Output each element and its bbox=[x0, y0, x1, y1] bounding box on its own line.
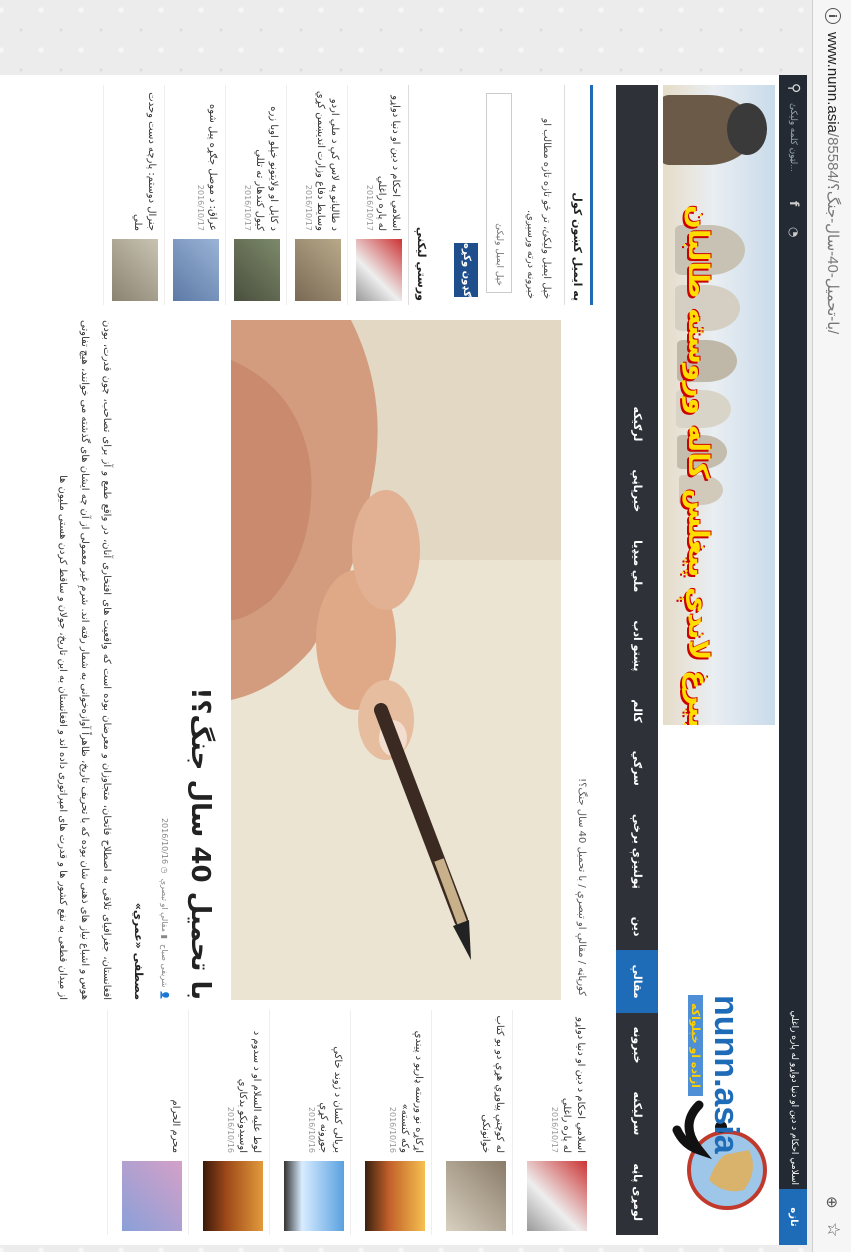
list-item-date: 2016/10/17 bbox=[243, 184, 252, 231]
list-item-date: 2016/10/17 bbox=[196, 184, 205, 231]
article-meta: 👤 شریفی صباح ▮ مقالې او تبصرې ◷ 2016/10/… bbox=[160, 818, 169, 1000]
list-item-title[interactable]: له کوچنې پیاوړي هړې دو بو کتاب خوانونکی bbox=[478, 1014, 506, 1153]
list-item[interactable]: له کوچنې پیاوړي هړې دو بو کتاب خوانونکی bbox=[431, 1010, 512, 1235]
list-item-title[interactable]: بریالی کسان د ژوند خاکې جوړونه کړې bbox=[316, 1014, 344, 1153]
zoom-icon[interactable]: ⊕ bbox=[823, 1196, 841, 1209]
list-item-title[interactable]: اسلامي احکام د دین او دنیا دواړو له پاره… bbox=[559, 1014, 587, 1153]
list-item[interactable]: جنرال دوستم: پارچه دست وحدت ملي bbox=[103, 85, 164, 305]
breadcrumb[interactable]: کورپاڼه / مقالې او تبصرې / با تحمیل 40 س… bbox=[570, 320, 593, 1000]
list-item-title[interactable]: د کابل او ولایتونو خپلو اوبا زره کيول کن… bbox=[252, 89, 280, 231]
thumbnail-image[interactable] bbox=[234, 239, 280, 301]
url-domain: www.nunn.asia bbox=[824, 32, 841, 133]
rotated-screenshot: i www.nunn.asia/85584/با-تحمیل-40-سال-جن… bbox=[0, 0, 851, 1252]
thumbnail-image[interactable] bbox=[284, 1161, 344, 1231]
list-item-title[interactable]: جنرال دوستم: پارچه دست وحدت ملي bbox=[130, 89, 158, 231]
logo-tagline: ازاده او خپلواکه bbox=[688, 995, 703, 1096]
list-item-title[interactable]: لوط علیه السلام او د سدوم د اوسیدونکو بد… bbox=[235, 1014, 263, 1153]
list-item[interactable]: عراق: د موصل جګړه پیل شوه 2016/10/17 bbox=[164, 85, 225, 305]
list-item[interactable]: محرم الحرام bbox=[107, 1010, 188, 1235]
top-bar: ⚲ لټون كلمه ولیكئ... f ◔ اسلامي احکام د … bbox=[760, 75, 807, 1245]
logo-name: nunn.asia bbox=[707, 995, 745, 1154]
list-item-date: 2016/10/16 bbox=[388, 1106, 397, 1153]
nav-item-articles[interactable]: مقالې bbox=[616, 950, 658, 1013]
banner-figure-head bbox=[727, 103, 767, 155]
thumbnail-image[interactable] bbox=[527, 1161, 587, 1231]
thumbnail-image[interactable] bbox=[203, 1161, 263, 1231]
list-item-title[interactable]: اړکاړه نو ورسته ډاریو د پیندې وکه کنسته» bbox=[397, 1014, 425, 1153]
thumbnail-image[interactable] bbox=[112, 239, 158, 301]
nav-item-news[interactable]: خبرونه bbox=[616, 1013, 658, 1078]
right-sidebar: اسلامي احکام د دین او دنیا دواړو له پاره… bbox=[0, 1010, 593, 1235]
search-icon[interactable]: ⚲ bbox=[786, 83, 802, 93]
list-item[interactable]: بریالی کسان د ژوند خاکې جوړونه کړې 2016/1… bbox=[269, 1010, 350, 1235]
url-path: /85584/با-تحمیل-40-سال-جنگ؟/ bbox=[824, 132, 841, 335]
nav-item-11[interactable]: لرګيکه bbox=[616, 392, 658, 455]
left-sidebar: په ایمیل کښون کول خپل ایمیل ولیکئ، تر څو… bbox=[0, 85, 593, 305]
facebook-icon[interactable]: f bbox=[787, 201, 801, 206]
search-input[interactable]: لټون كلمه ولیكئ... bbox=[788, 103, 799, 172]
nav-item-national-media[interactable]: ملي میډیا bbox=[616, 526, 658, 606]
list-item-date: 2016/10/17 bbox=[550, 1106, 559, 1153]
meta-category[interactable]: مقالې او تبصرې bbox=[160, 879, 169, 932]
webpage: ⚲ لټون كلمه ولیكئ... f ◔ اسلامي احکام د … bbox=[0, 75, 807, 1245]
nav-item-pashto-literature[interactable]: پښتو ادب bbox=[616, 606, 658, 685]
news-ticker[interactable]: اسلامي احکام د دین او دنیا دواړو له پاره… bbox=[789, 1010, 799, 1185]
clock-icon: ◷ bbox=[160, 866, 169, 874]
banner-text: تر بیرغ لاندې پیغلس کاله وروسته طالبان bbox=[682, 205, 715, 725]
recent-posts: ورستي لیکنې اسلامي احکام د دین او دنیا د… bbox=[103, 85, 434, 305]
recent-posts-title: ورستي لیکنې bbox=[408, 85, 434, 305]
thumbnail-image[interactable] bbox=[446, 1161, 506, 1231]
list-item[interactable]: اسلامي احکام د دین او دنیا دواړو له پاره… bbox=[512, 1010, 593, 1235]
list-item-date: 2016/10/17 bbox=[304, 184, 313, 231]
featured-image[interactable] bbox=[231, 320, 561, 1000]
site-logo[interactable]: nunn.asia ازاده او خپلواکه bbox=[663, 925, 775, 1225]
email-field[interactable] bbox=[486, 93, 512, 293]
list-item-title[interactable]: محرم الحرام bbox=[168, 1014, 182, 1153]
list-item[interactable]: لوط علیه السلام او د سدوم د اوسیدونکو بد… bbox=[188, 1010, 269, 1235]
list-item[interactable]: د کابل او ولایتونو خپلو اوبا زره کيول کن… bbox=[225, 85, 286, 305]
list-item-title[interactable]: د طالبانو په لاس کې د ملي اردو وسایط دفا… bbox=[313, 89, 341, 231]
article-author: مصطفی «عمري» bbox=[132, 902, 145, 1000]
main-navigation: لومړی پاڼه سرلیکنه خبرونه مقالې دین ټولن… bbox=[616, 85, 658, 1235]
nav-item-social[interactable]: ټولنیزې برخې bbox=[616, 800, 658, 903]
nav-item-column[interactable]: کالم bbox=[616, 685, 658, 736]
header-banner[interactable]: تر بیرغ لاندې پیغلس کاله وروسته طالبان bbox=[663, 85, 775, 725]
newsletter-box: په ایمیل کښون کول خپل ایمیل ولیکئ، تر څو… bbox=[454, 85, 593, 305]
list-item-date: 2016/10/17 bbox=[365, 184, 374, 231]
rss-icon[interactable]: ◔ bbox=[787, 227, 801, 237]
user-icon: 👤 bbox=[160, 990, 169, 1000]
nav-item-editorial[interactable]: سرلیکنه bbox=[616, 1078, 658, 1150]
list-item[interactable]: اسلامي احکام د دین او دنیا دواړو له پاره… bbox=[347, 85, 408, 305]
list-item-title[interactable]: عراق: د موصل جګړه پیل شوه bbox=[205, 89, 219, 231]
latest-label: تازه مطالب bbox=[760, 1189, 807, 1245]
list-item[interactable]: اړکاړه نو ورسته ډاریو د پیندې وکه کنسته»… bbox=[350, 1010, 431, 1235]
nav-item-newsletters[interactable]: خبرپاڼې bbox=[616, 455, 658, 526]
bookmark-star-icon[interactable]: ☆ bbox=[823, 1222, 843, 1237]
thumbnail-image[interactable] bbox=[295, 239, 341, 301]
meta-date: 2016/10/16 bbox=[160, 817, 169, 865]
list-item-date: 2016/10/16 bbox=[307, 1106, 316, 1153]
nav-item-religion[interactable]: دین bbox=[616, 903, 658, 951]
info-icon[interactable]: i bbox=[825, 8, 841, 24]
browser-address-bar[interactable]: i www.nunn.asia/85584/با-تحمیل-40-سال-جن… bbox=[812, 0, 851, 1252]
meta-author[interactable]: شریفی صباح bbox=[160, 944, 169, 987]
article-title: با تحمیل 40 سال جنگ؟! bbox=[185, 687, 215, 1001]
list-item-date: 2016/10/16 bbox=[226, 1106, 235, 1153]
thumbnail-image[interactable] bbox=[365, 1161, 425, 1231]
newsletter-description: خپل ایمیل ولیکئ، تر څو تازه تازه مطالب ا… bbox=[525, 118, 552, 299]
nav-item-home[interactable]: لومړی پاڼه bbox=[616, 1149, 658, 1235]
pen-in-hand-image bbox=[231, 320, 561, 1000]
thumbnail-image[interactable] bbox=[122, 1161, 182, 1231]
thumbnail-image[interactable] bbox=[173, 239, 219, 301]
article-main: کورپاڼه / مقالې او تبصرې / با تحمیل 40 س… bbox=[0, 320, 593, 1000]
thumbnail-image[interactable] bbox=[356, 239, 402, 301]
list-item-title[interactable]: اسلامي احکام د دین او دنیا دواړو له پاره… bbox=[374, 89, 402, 231]
list-item[interactable]: د طالبانو په لاس کې د ملي اردو وسایط دفا… bbox=[286, 85, 347, 305]
folder-icon: ▮ bbox=[160, 934, 169, 939]
newsletter-title: په ایمیل کښون کول bbox=[564, 85, 590, 305]
subscribe-button[interactable]: ګډون وکړه bbox=[454, 243, 478, 297]
nav-item-5[interactable]: سرګي bbox=[616, 737, 658, 800]
article-body: افغانستان، جغرافیای تلاقی به اصطلاح فاتح… bbox=[57, 320, 112, 1000]
url-text[interactable]: www.nunn.asia/85584/با-تحمیل-40-سال-جنگ؟… bbox=[824, 32, 842, 334]
